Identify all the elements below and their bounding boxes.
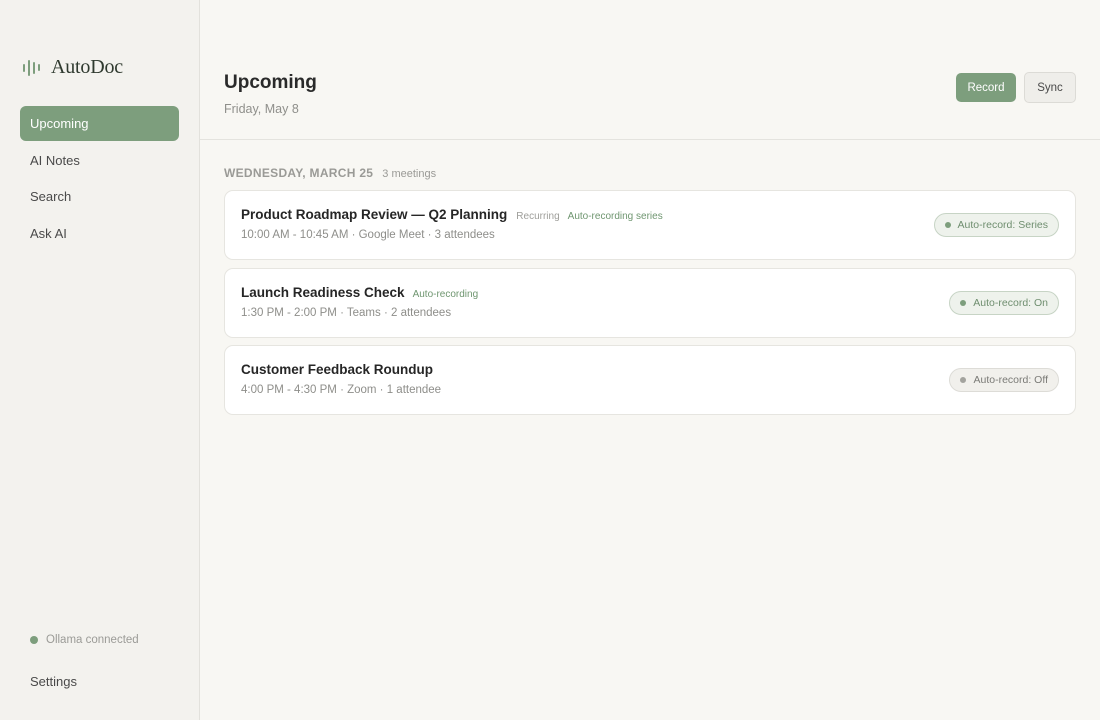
status-dot-icon: [960, 377, 967, 383]
connection-status-label: Ollama connected: [46, 634, 139, 646]
status-dot-icon: [960, 300, 967, 306]
meeting-meta: 1:30 PM - 2:00 PM · Teams · 2 attendees: [241, 307, 452, 319]
meeting-title: Customer Feedback Roundup: [241, 362, 434, 377]
day-group-header: WEDNESDAY, MARCH 25 3 meetings: [224, 166, 436, 180]
sidebar-nav: Upcoming AI Notes Search Ask AI: [20, 106, 179, 252]
status-dot-icon: [30, 636, 38, 644]
meeting-card[interactable]: Launch Readiness Check Auto-recording 1:…: [224, 268, 1076, 338]
recurring-tag: Recurring: [516, 211, 560, 222]
brand[interactable]: AutoDoc: [23, 56, 123, 79]
meeting-title-row: Product Roadmap Review — Q2 Planning Rec…: [241, 207, 663, 222]
sidebar-item-ask-ai[interactable]: Ask AI: [20, 216, 179, 251]
page-title: Upcoming: [224, 72, 317, 93]
sidebar-item-settings[interactable]: Settings: [20, 664, 179, 699]
meeting-title: Product Roadmap Review — Q2 Planning: [241, 207, 508, 222]
main-content: Upcoming Friday, May 8 Record Sync WEDNE…: [200, 0, 1100, 720]
sidebar-item-search[interactable]: Search: [20, 179, 179, 214]
meeting-title-row: Customer Feedback Roundup: [241, 362, 433, 377]
auto-record-label: Auto-record: Off: [973, 374, 1048, 386]
page-date: Friday, May 8: [224, 102, 299, 116]
meeting-title: Launch Readiness Check: [241, 285, 405, 300]
auto-recording-tag: Auto-recording series: [567, 211, 663, 222]
meeting-card[interactable]: Product Roadmap Review — Q2 Planning Rec…: [224, 190, 1076, 260]
waveform-logo-icon: [23, 58, 40, 78]
auto-record-label: Auto-record: On: [973, 297, 1048, 309]
auto-recording-tag: Auto-recording: [412, 289, 479, 300]
auto-record-toggle[interactable]: Auto-record: Off: [949, 368, 1059, 392]
app-name: AutoDoc: [51, 56, 123, 78]
sidebar-item-upcoming[interactable]: Upcoming: [20, 106, 179, 141]
sidebar: AutoDoc Upcoming AI Notes Search Ask AI …: [0, 0, 200, 720]
meeting-meta: 4:00 PM - 4:30 PM · Zoom · 1 attendee: [241, 384, 442, 396]
meeting-title-row: Launch Readiness Check Auto-recording: [241, 285, 478, 300]
page-header: Upcoming Friday, May 8 Record Sync: [200, 0, 1100, 140]
sidebar-item-ai-notes[interactable]: AI Notes: [20, 143, 179, 178]
auto-record-toggle[interactable]: Auto-record: Series: [933, 213, 1059, 237]
meeting-card[interactable]: Customer Feedback Roundup 4:00 PM - 4:30…: [224, 345, 1076, 415]
meeting-meta: 10:00 AM - 10:45 AM · Google Meet · 3 at…: [241, 229, 495, 241]
record-button[interactable]: Record: [956, 73, 1016, 102]
status-dot-icon: [944, 222, 951, 228]
sync-button[interactable]: Sync: [1024, 72, 1076, 103]
auto-record-toggle[interactable]: Auto-record: On: [949, 291, 1059, 315]
day-label: WEDNESDAY, MARCH 25: [224, 166, 374, 180]
connection-status: Ollama connected: [30, 634, 139, 646]
meeting-count: 3 meetings: [382, 168, 437, 180]
auto-record-label: Auto-record: Series: [957, 219, 1048, 231]
